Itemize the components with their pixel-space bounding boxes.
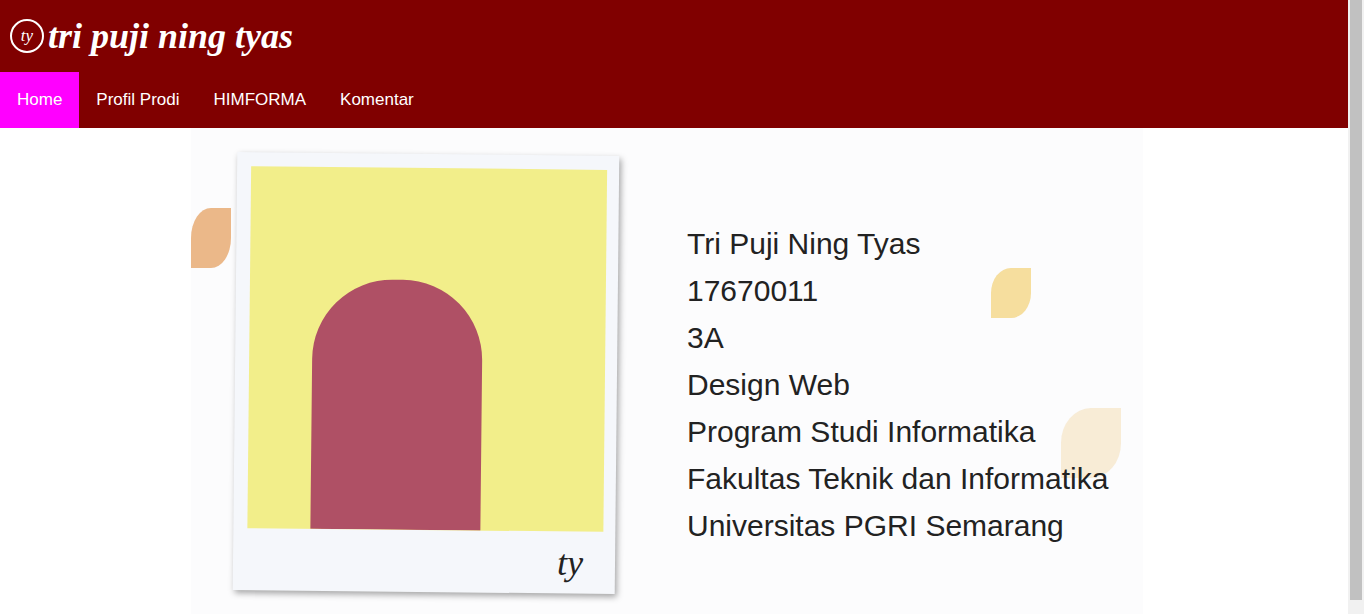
leaf-decoration (991, 268, 1031, 318)
leaf-decoration (191, 208, 231, 268)
nav-item[interactable]: Komentar (323, 72, 431, 128)
info-line: Tri Puji Ning Tyas (687, 220, 1108, 267)
main: ty tri puji ning tyas HomeProfil ProdiHI… (0, 0, 1348, 614)
header: ty tri puji ning tyas HomeProfil ProdiHI… (0, 0, 1348, 128)
nav-item[interactable]: Home (0, 72, 79, 128)
page: ty tri puji ning tyas HomeProfil ProdiHI… (0, 0, 1364, 614)
logo[interactable]: ty tri puji ning tyas (0, 0, 1348, 72)
scrollbar-thumb[interactable] (1350, 0, 1362, 600)
logo-title: tri puji ning tyas (48, 15, 293, 57)
info-line: 3A (687, 314, 1108, 361)
info-line: Design Web (687, 361, 1108, 408)
nav-item[interactable]: HIMFORMA (197, 72, 324, 128)
info-line: Fakultas Teknik dan Informatika (687, 455, 1108, 502)
info-line: Program Studi Informatika (687, 408, 1108, 455)
info-line: Universitas PGRI Semarang (687, 502, 1108, 549)
content: ty Tri Puji Ning Tyas176700113ADesign We… (0, 128, 1348, 614)
nav-bar: HomeProfil ProdiHIMFORMAKomentar (0, 72, 1348, 128)
logo-icon: ty (10, 19, 44, 53)
person-figure (310, 279, 483, 531)
scrollbar[interactable] (1348, 0, 1364, 614)
signature: ty (557, 541, 583, 583)
banner: ty Tri Puji Ning Tyas176700113ADesign We… (191, 128, 1143, 614)
signature-row: ty (247, 528, 604, 594)
profile-info: Tri Puji Ning Tyas176700113ADesign WebPr… (687, 128, 1108, 614)
profile-photo (247, 166, 607, 532)
polaroid: ty (233, 152, 620, 594)
nav-item[interactable]: Profil Prodi (79, 72, 196, 128)
info-line: 17670011 (687, 267, 1108, 314)
